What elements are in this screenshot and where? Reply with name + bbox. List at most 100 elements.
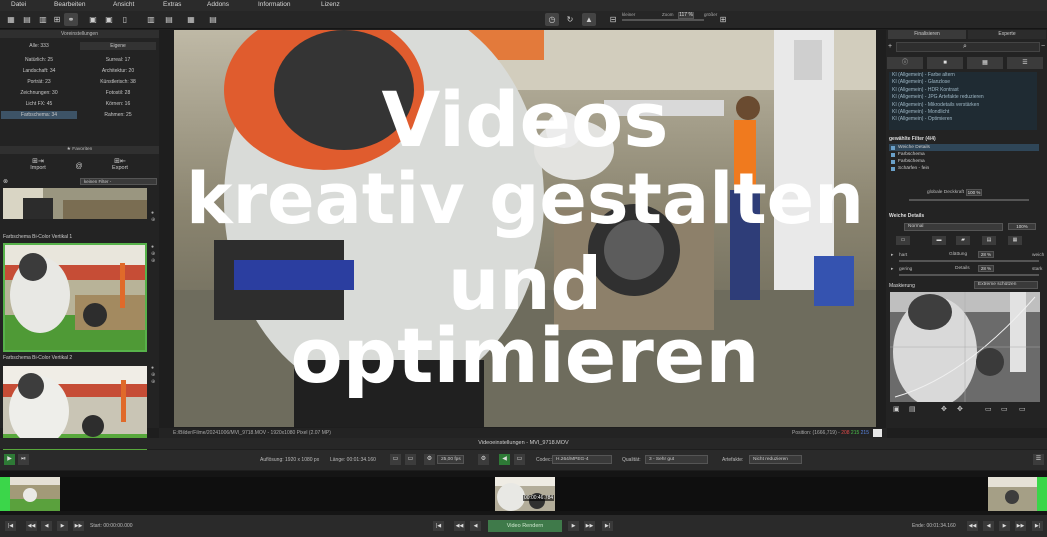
jump-end-icon[interactable]: ▶| <box>602 521 613 531</box>
thumb1-actions[interactable]: ● ⊕ ⊕ <box>151 244 155 265</box>
filter-list-item[interactable]: KI (Allgemein) - HDR Kontrast <box>889 87 1037 94</box>
mask-preview[interactable] <box>890 292 1040 402</box>
zoom-in-icon[interactable]: ⊞ <box>716 13 730 26</box>
tab-experte[interactable]: Experte <box>968 30 1046 39</box>
menu-extras[interactable]: Extras <box>163 1 181 8</box>
thumb0-actions[interactable]: ● ⊕ <box>151 210 155 224</box>
selected-filter-item[interactable]: Schärfen - fein <box>889 165 1039 172</box>
save-icon[interactable]: ▥ <box>36 13 50 26</box>
preset-architektur[interactable]: Architektur: 20 <box>80 67 156 75</box>
frame-icon[interactable]: ▭ <box>390 454 401 465</box>
menu-ansicht[interactable]: Ansicht <box>113 1 134 8</box>
warning-icon[interactable]: ▲ <box>582 13 596 26</box>
redo-icon[interactable]: ↻ <box>563 13 577 26</box>
blend-mode-select[interactable]: Normal <box>904 223 1003 231</box>
preset-own[interactable]: Eigene <box>80 42 156 50</box>
blend-opacity-value[interactable]: 100% <box>1008 223 1036 230</box>
fps-select[interactable]: 25,00 fps <box>437 455 464 464</box>
gallery-icon[interactable]: ▤ <box>20 13 34 26</box>
link-icon[interactable]: ⚭ <box>64 13 78 26</box>
global-opacity-value[interactable]: 100 % <box>966 189 982 196</box>
preset-licht-fx[interactable]: Licht FX: 45 <box>1 100 77 108</box>
expand-icon[interactable]: ▸ <box>891 253 893 258</box>
end-next-fast-icon[interactable]: ▶▶ <box>1015 521 1026 531</box>
codec-select[interactable]: H.264/MPEG-4 <box>552 455 612 464</box>
print-icon[interactable]: ▣ <box>86 13 100 26</box>
mask-tool-7-icon[interactable]: ▭ <box>1019 405 1026 413</box>
fast-forward-icon[interactable]: ▶▶ <box>584 521 595 531</box>
preset-zeichnungen[interactable]: Zeichnungen: 30 <box>1 89 77 97</box>
film-icon[interactable]: ▤ <box>162 13 176 26</box>
history-icon[interactable]: ◷ <box>545 13 559 26</box>
menu-datei[interactable]: Datei <box>11 1 26 8</box>
global-opacity-slider[interactable] <box>909 199 1029 201</box>
zoom-value[interactable]: 117 % <box>678 12 694 19</box>
selected-filter-item[interactable]: Farbschema <box>889 151 1039 158</box>
render-video-button[interactable]: Video Rendern <box>488 520 562 532</box>
preset-landschaft[interactable]: Landschaft: 34 <box>1 67 77 75</box>
filter-list-item[interactable]: KI (Allgemein) - Farbe altern <box>889 72 1037 79</box>
prev-icon[interactable]: ◀ <box>41 521 52 531</box>
preset-natuerlich[interactable]: Natürlich: 25 <box>1 56 77 64</box>
share-icon[interactable]: ▦ <box>184 13 198 26</box>
jump-start-icon[interactable]: |◀ <box>433 521 444 531</box>
expand-icon[interactable]: ▸ <box>891 267 893 272</box>
filter-list-item[interactable]: KI (Allgemein) - Mikrodetails verstärken <box>889 102 1037 109</box>
paste-icon[interactable]: ▯ <box>118 13 132 26</box>
mask-tool-5-icon[interactable]: ▭ <box>985 405 992 413</box>
step-icon[interactable]: ⏯ <box>18 454 29 465</box>
selected-filter-item[interactable]: Weiche Details <box>889 144 1039 151</box>
filter-checkbox[interactable] <box>891 159 895 164</box>
info-icon[interactable]: ⓘ <box>887 57 923 69</box>
mode-1-icon[interactable]: ▭ <box>896 236 910 245</box>
artefakte-select[interactable]: Nicht reduzieren <box>749 455 802 464</box>
filter-checkbox[interactable] <box>891 145 895 150</box>
rewind-icon[interactable]: ◀◀ <box>454 521 465 531</box>
export-icon[interactable]: ▤ <box>206 13 220 26</box>
layers-icon[interactable]: ■ <box>927 57 963 69</box>
prev-frame-fast-icon[interactable]: ◀◀ <box>26 521 37 531</box>
mode-5-icon[interactable]: ▦ <box>1008 236 1022 245</box>
preset-koernen[interactable]: Körnen: 16 <box>80 100 156 108</box>
timeline-start-thumb[interactable] <box>0 477 60 511</box>
zoom-out-icon[interactable]: ⊟ <box>606 13 620 26</box>
next-icon[interactable]: ▶ <box>57 521 68 531</box>
filter-checkbox[interactable] <box>891 152 895 157</box>
main-preview[interactable]: Videos kreativ gestalten und optimieren <box>174 30 876 427</box>
filter-list-item[interactable]: KI (Allgemein) - JPG Artefakte reduziere… <box>889 94 1037 101</box>
fps-settings-icon[interactable]: ⚙ <box>424 454 435 465</box>
sliders-icon[interactable]: ☰ <box>1007 57 1043 69</box>
maskierung-select[interactable]: Extreme schützen <box>974 281 1038 289</box>
timeline-view-icon[interactable]: ☰ <box>1033 454 1044 465</box>
glaettung-value[interactable]: 28 % <box>978 251 994 258</box>
preset-thumb-1[interactable] <box>3 243 147 352</box>
end-prev-fast-icon[interactable]: ◀◀ <box>967 521 978 531</box>
preset-portraet[interactable]: Porträt: 23 <box>1 78 77 86</box>
thumb2-actions[interactable]: ● ⊕ ⊕ <box>151 365 155 386</box>
filter-list-item[interactable]: KI (Allgemein) - Mondlicht <box>889 109 1037 116</box>
filter-select[interactable]: keinen Filter - <box>80 178 157 185</box>
mode-3-icon[interactable]: ▰ <box>956 236 970 245</box>
audio-off-icon[interactable]: ▭ <box>514 454 525 465</box>
mask-tool-6-icon[interactable]: ▭ <box>1001 405 1008 413</box>
details-slider[interactable] <box>899 274 1039 276</box>
import-button[interactable]: ⊞⇥ Import <box>28 157 48 171</box>
menu-bearbeiten[interactable]: Bearbeiten <box>54 1 85 8</box>
search-input[interactable]: ⌕ <box>896 42 1040 52</box>
audio-on-icon[interactable]: ◀ <box>499 454 510 465</box>
tab-finalisieren[interactable]: Finalisieren <box>888 30 966 39</box>
mode-4-icon[interactable]: ▤ <box>982 236 996 245</box>
filter-list-item[interactable]: KI (Allgemein) - Glanzlose <box>889 79 1037 86</box>
batch-icon[interactable]: ⊞ <box>50 13 64 26</box>
go-start-icon[interactable]: |◀ <box>5 521 16 531</box>
minus-icon[interactable]: − <box>1041 43 1045 50</box>
next-fast-icon[interactable]: ▶▶ <box>73 521 84 531</box>
mask-tool-1-icon[interactable]: ▣ <box>893 405 900 413</box>
filter-checkbox[interactable] <box>891 166 895 171</box>
compare-icon[interactable]: ▥ <box>144 13 158 26</box>
preset-rahmen[interactable]: Rahmen: 25 <box>80 111 156 119</box>
email-icon[interactable]: @ <box>74 163 84 170</box>
selected-filter-item[interactable]: Farbschema <box>889 158 1039 165</box>
add-icon[interactable]: + <box>888 43 892 50</box>
play-icon[interactable]: ▶ <box>4 454 15 465</box>
